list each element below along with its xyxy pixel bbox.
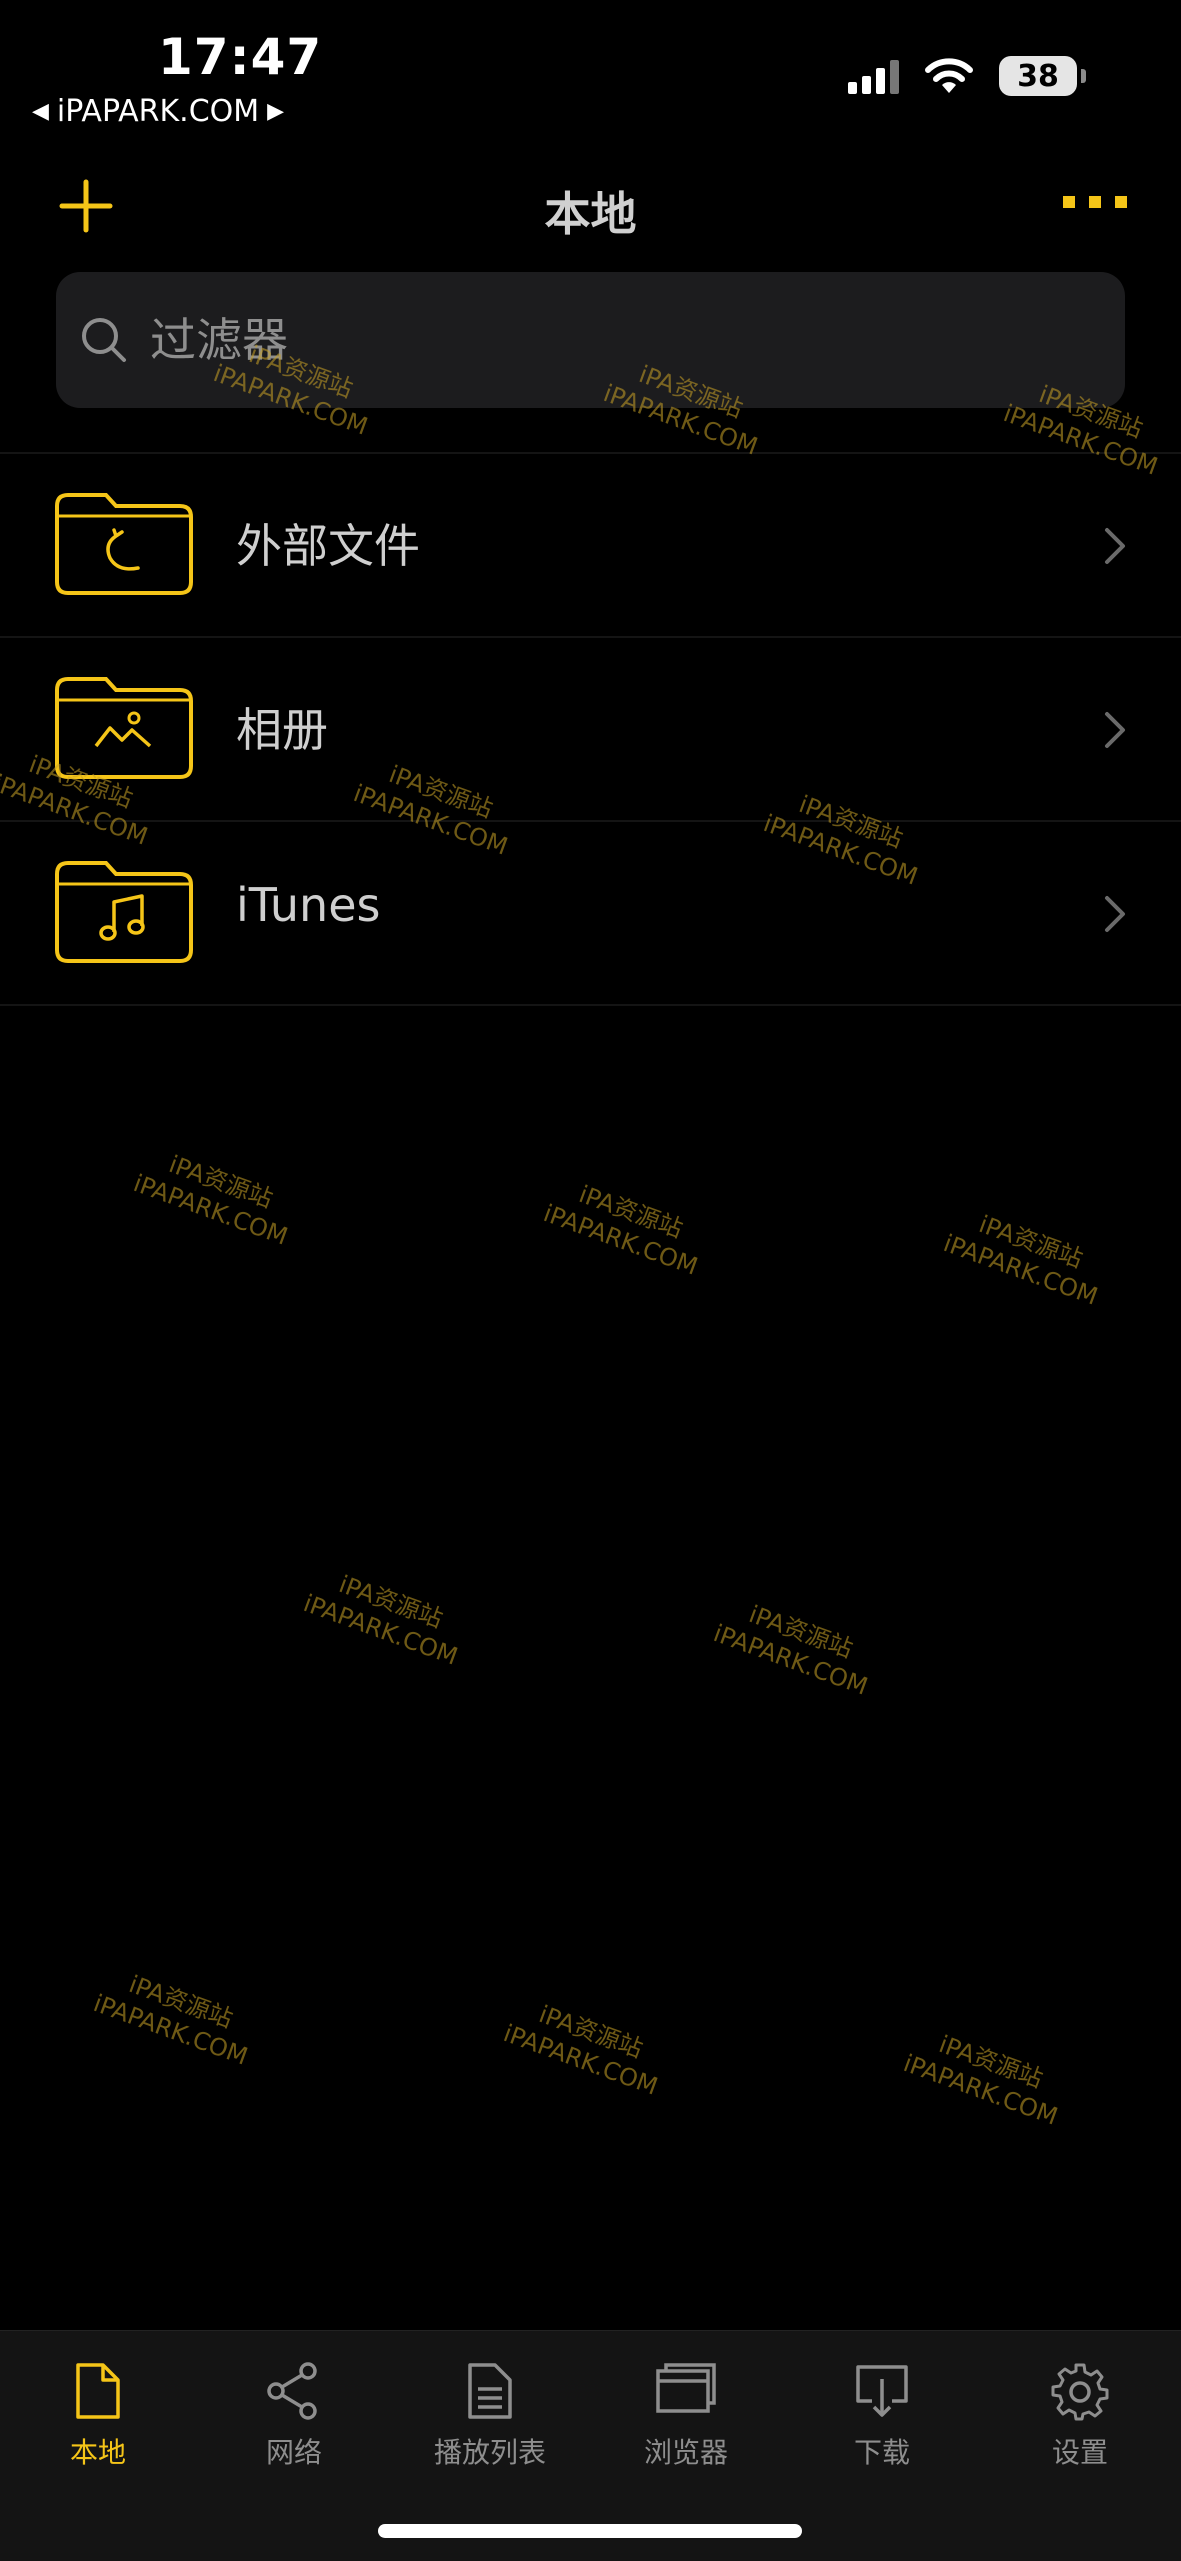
search-bar[interactable]	[56, 272, 1125, 408]
list-item-external-files[interactable]: 外部文件	[0, 452, 1181, 636]
watermark: iPA资源站 iPAPARK.COM	[299, 1570, 462, 1671]
watermark: iPA资源站 iPAPARK.COM	[899, 2030, 1062, 2131]
watermark: iPA资源站 iPAPARK.COM	[939, 1210, 1102, 1311]
wifi-icon	[925, 58, 973, 93]
back-to-app-link[interactable]: ◀ iPAPARK.COM ▶	[32, 94, 284, 129]
home-indicator[interactable]	[378, 2524, 802, 2538]
battery-indicator: 38	[999, 56, 1086, 96]
gear-icon	[1051, 2363, 1109, 2421]
tab-download[interactable]: 下载	[792, 2361, 972, 2471]
add-plus-icon[interactable]	[56, 176, 116, 236]
tab-playlist[interactable]: 播放列表	[400, 2361, 580, 2471]
share-icon	[267, 2362, 317, 2420]
watermark: iPA资源站 iPAPARK.COM	[539, 1180, 702, 1281]
tab-local[interactable]: 本地	[8, 2361, 188, 2471]
list-item-label: 相册	[236, 703, 328, 757]
more-options-icon[interactable]	[1063, 196, 1127, 208]
page-title: 本地	[544, 187, 637, 241]
folder-sync-icon	[55, 493, 193, 595]
filter-input[interactable]	[148, 312, 1052, 368]
chevron-right-icon	[1105, 528, 1125, 564]
list-item-itunes[interactable]: iTunes	[0, 820, 1181, 1006]
browser-windows-icon	[656, 2363, 716, 2413]
chevron-right-icon	[1105, 712, 1125, 748]
status-time: 17:47	[158, 28, 323, 86]
list-item-label: iTunes	[236, 878, 381, 932]
battery-level: 38	[1017, 58, 1059, 94]
watermark: iPA资源站 iPAPARK.COM	[129, 1150, 292, 1251]
watermark: iPA资源站 iPAPARK.COM	[709, 1600, 872, 1701]
tab-label: 下载	[853, 2436, 910, 2469]
back-app-label: iPAPARK.COM	[56, 94, 260, 129]
folder-list: 外部文件 相册 iTunes	[0, 452, 1181, 1006]
tab-network[interactable]: 网络	[204, 2361, 384, 2471]
download-icon	[856, 2365, 908, 2417]
forward-triangle-icon: ▶	[267, 99, 285, 124]
tab-settings[interactable]: 设置	[990, 2361, 1170, 2471]
folder-photo-icon	[55, 677, 193, 779]
tab-label: 播放列表	[433, 2436, 546, 2469]
document-icon	[76, 2363, 120, 2419]
search-icon	[82, 318, 126, 362]
status-icons: 38	[848, 56, 1086, 96]
watermark: iPA资源站 iPAPARK.COM	[499, 2000, 662, 2101]
folder-music-icon	[55, 861, 193, 963]
tab-browser[interactable]: 浏览器	[596, 2361, 776, 2471]
chevron-right-icon	[1105, 896, 1125, 932]
watermark: iPA资源站 iPAPARK.COM	[89, 1970, 252, 2071]
tab-label: 网络	[265, 2436, 322, 2469]
list-item-photos[interactable]: 相册	[0, 636, 1181, 820]
back-triangle-icon: ◀	[32, 99, 49, 124]
list-item-label: 外部文件	[236, 519, 420, 573]
status-bar: 17:47 ◀ iPAPARK.COM ▶ 38	[0, 0, 1181, 150]
list-document-icon	[468, 2363, 512, 2419]
tab-label: 浏览器	[643, 2436, 728, 2469]
tab-label: 本地	[69, 2436, 126, 2469]
tab-label: 设置	[1051, 2436, 1108, 2469]
cellular-signal-icon	[848, 58, 899, 94]
